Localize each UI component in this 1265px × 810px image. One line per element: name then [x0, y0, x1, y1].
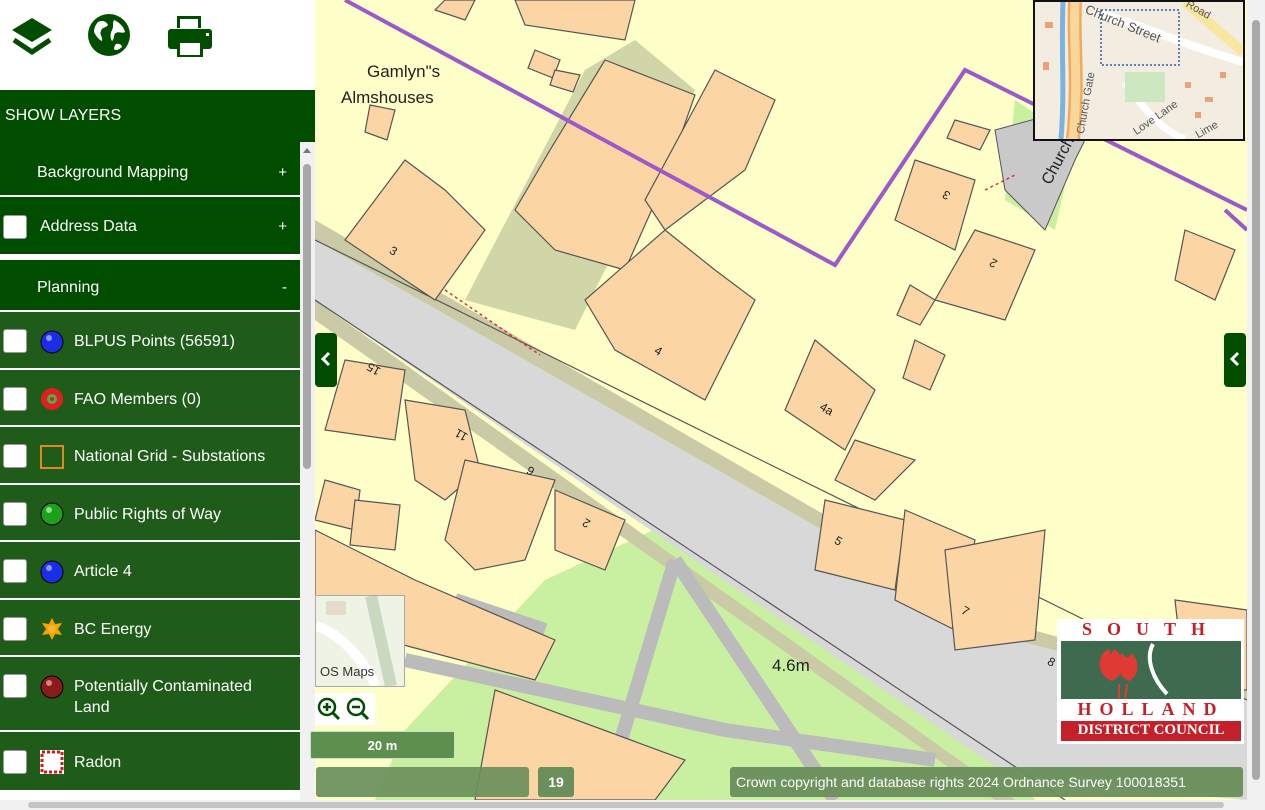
overview-map[interactable]: Church Street Church Gate Love Lane Road… — [1033, 0, 1245, 141]
layer-group-label: Address Data — [40, 218, 137, 235]
layer-list: Background Mapping + Address Data + Plan… — [0, 142, 300, 802]
zoom-out-icon[interactable] — [346, 697, 370, 721]
layer-item-radon[interactable]: Radon — [0, 732, 300, 792]
zoom-controls — [315, 693, 375, 725]
layer-item-public-rights-of-way[interactable]: Public Rights of Way — [0, 485, 300, 542]
layer-group-label: Background Mapping — [37, 164, 189, 181]
layer-item-bc-energy[interactable]: BC Energy — [0, 600, 300, 657]
layer-group-address-data[interactable]: Address Data + — [0, 197, 300, 257]
blue-dot-icon — [40, 560, 64, 584]
layers-icon[interactable] — [10, 12, 58, 62]
logo-line-south: SOUTH — [1081, 619, 1221, 639]
red-dashed-square-icon — [40, 750, 64, 774]
globe-icon[interactable] — [86, 12, 134, 62]
scrollbar-thumb[interactable] — [303, 164, 311, 469]
south-holland-logo: SOUTH HOLLAND DISTRICT COUNCIL — [1057, 619, 1244, 744]
green-dot-icon — [40, 502, 64, 526]
scroll-up-arrow[interactable] — [303, 148, 311, 153]
scale-bar: 20 m — [310, 731, 455, 759]
copyright-notice: Crown copyright and database rights 2024… — [730, 767, 1243, 797]
layer-group-label: Planning — [37, 279, 100, 296]
dark-red-dot-icon — [40, 675, 64, 699]
page-horizontal-scrollbar[interactable] — [0, 800, 1265, 810]
scrollbar-thumb[interactable] — [1252, 20, 1260, 780]
basemap-switcher[interactable]: OS Maps — [315, 595, 405, 687]
layer-item-fao-members[interactable]: FAO Members (0) — [0, 370, 300, 427]
expand-toggle[interactable]: + — [278, 218, 287, 235]
layer-checkbox[interactable] — [3, 329, 27, 353]
layers-sidebar: SHOW LAYERS Background Mapping + Address… — [0, 0, 315, 810]
layer-item-label: Public Rights of Way — [74, 506, 222, 523]
layer-item-national-grid-substations[interactable]: National Grid - Substations — [0, 427, 300, 485]
sidebar-toolbar — [0, 0, 315, 90]
layer-item-label: Radon — [74, 754, 122, 771]
layer-item-label: Potentially Contaminated Land — [74, 678, 252, 716]
layer-checkbox[interactable] — [3, 502, 27, 526]
collapse-toggle[interactable]: - — [282, 279, 287, 296]
zoom-in-icon[interactable] — [317, 697, 341, 721]
orange-star-icon — [42, 618, 62, 640]
layer-item-label: FAO Members (0) — [74, 391, 202, 408]
layer-checkbox[interactable] — [3, 559, 27, 583]
show-layers-header[interactable]: SHOW LAYERS — [0, 90, 315, 142]
zoom-level-badge: 19 — [538, 767, 574, 797]
blue-dot-icon — [40, 330, 64, 354]
layer-checkbox[interactable] — [3, 674, 27, 698]
height-label: 4.6m — [772, 656, 810, 675]
layer-checkbox[interactable] — [3, 617, 27, 641]
coordinate-box — [316, 767, 529, 797]
map-label-almshouses: Gamlyn"s — [367, 62, 441, 81]
expand-right-panel-button[interactable] — [1224, 333, 1246, 387]
layer-item-label: Article 4 — [74, 563, 132, 580]
chevron-left-icon — [1229, 351, 1240, 367]
map-label-almshouses: Almshouses — [341, 88, 434, 107]
layer-item-article-4[interactable]: Article 4 — [0, 542, 300, 600]
layer-list-scrollbar[interactable] — [300, 142, 315, 802]
layer-item-label: BLPUS Points (56591) — [74, 333, 235, 350]
print-icon[interactable] — [166, 12, 214, 62]
chevron-left-icon — [320, 351, 331, 367]
red-rosette-icon — [41, 388, 63, 410]
scrollbar-thumb[interactable] — [28, 802, 1224, 808]
layer-group-background-mapping[interactable]: Background Mapping + — [0, 142, 300, 197]
collapse-sidebar-button[interactable] — [315, 333, 337, 387]
page-vertical-scrollbar[interactable] — [1247, 0, 1265, 800]
layer-item-potentially-contaminated-land[interactable]: Potentially Contaminated Land — [0, 657, 300, 732]
basemap-label: OS Maps — [320, 664, 375, 679]
layer-checkbox[interactable] — [3, 387, 27, 411]
layer-checkbox[interactable] — [3, 444, 27, 468]
layer-checkbox[interactable] — [3, 750, 27, 774]
address-data-checkbox[interactable] — [3, 215, 27, 239]
orange-square-icon — [40, 445, 64, 469]
layer-item-label: BC Energy — [74, 621, 152, 638]
expand-toggle[interactable]: + — [278, 164, 287, 181]
layer-item-blpus-points[interactable]: BLPUS Points (56591) — [0, 312, 300, 370]
logo-line-district-council: DISTRICT COUNCIL — [1077, 722, 1225, 738]
layer-item-label: National Grid - Substations — [74, 448, 266, 465]
logo-line-holland: HOLLAND — [1077, 699, 1225, 719]
layer-group-planning[interactable]: Planning - — [0, 260, 300, 312]
